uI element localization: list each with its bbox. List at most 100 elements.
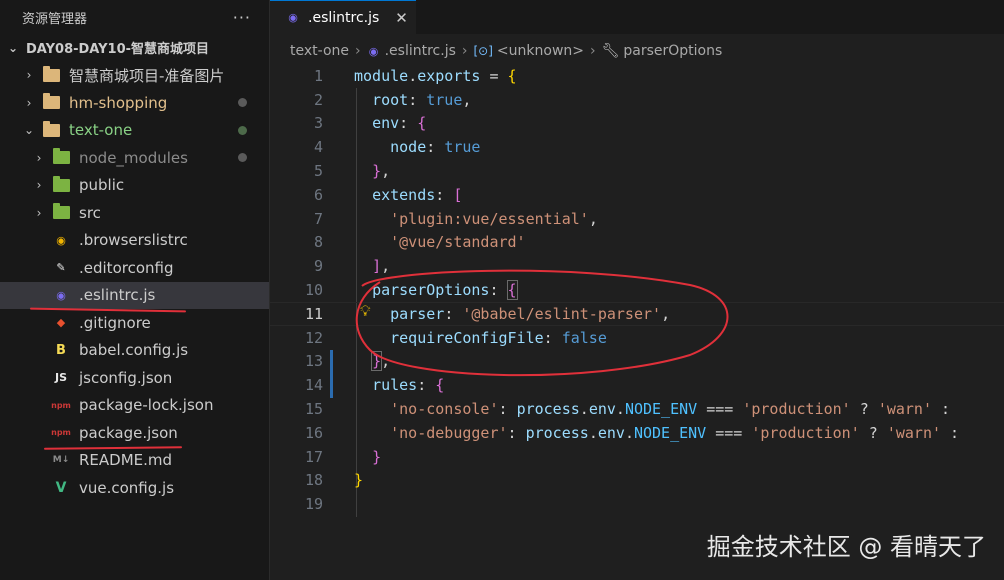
tree-item-hm-shopping[interactable]: › hm-shopping — [0, 89, 269, 117]
src-folder-icon — [52, 203, 70, 221]
tree-item-label: babel.config.js — [79, 341, 189, 360]
line-number: 19 — [304, 495, 323, 514]
tree-item-label: text-one — [69, 121, 133, 140]
line-number: 14 — [304, 376, 323, 395]
tree-item-eslintrc[interactable]: ◉ .eslintrc.js — [0, 281, 269, 309]
line-number: 10 — [304, 281, 323, 300]
modified-dot-icon — [238, 125, 247, 135]
tree-item-label: README.md — [79, 451, 173, 470]
code-line: node: true — [390, 138, 481, 157]
code-area[interactable]: 💡︎ 1 module.exports = { 2 root: true, 3 e… — [270, 64, 1004, 517]
tree-item-label: hm-shopping — [69, 93, 168, 112]
breadcrumb: text-one › ◉ .eslintrc.js › [⊙] <unknown… — [270, 34, 1004, 68]
chevron-down-icon: ⌄ — [23, 123, 35, 138]
line-number: 6 — [313, 185, 323, 204]
line-number: 16 — [304, 423, 323, 442]
tree-item-package-json[interactable]: npm package.json — [0, 419, 269, 447]
chevron-right-icon: › — [26, 95, 32, 110]
code-line: root: true, — [372, 90, 472, 109]
tree-item-label: jsconfig.json — [79, 368, 173, 387]
code-line: }, — [372, 162, 391, 181]
chevron-down-icon: ⌄ — [7, 40, 19, 55]
tree-item-readme[interactable]: M↓ README.md — [0, 447, 269, 475]
eslint-icon: ◉ — [56, 288, 66, 302]
tree-item-label: package.json — [79, 423, 178, 442]
public-folder-icon — [52, 175, 70, 193]
markdown-icon: M↓ — [52, 455, 70, 466]
more-actions-icon[interactable]: ··· — [233, 8, 251, 27]
breadcrumb-item[interactable]: parserOptions — [623, 43, 722, 59]
explorer-title: 资源管理器 — [22, 11, 88, 27]
tree-item-public[interactable]: › public — [0, 172, 269, 200]
eslint-icon: ◉ — [368, 44, 379, 58]
wrench-icon: 🔧︎ — [601, 43, 620, 59]
line-number: 11 — [304, 304, 323, 323]
tree-item-label: .eslintrc.js — [79, 286, 156, 305]
browserslist-icon: ◉ — [56, 233, 66, 247]
explorer-header: 资源管理器 ··· — [0, 0, 269, 34]
tree-item-images-folder[interactable]: › 智慧商城项目-准备图片 — [0, 62, 269, 90]
code-line: parser: '@babel/eslint-parser', — [390, 304, 671, 323]
folder-icon — [42, 93, 60, 111]
breadcrumb-item[interactable]: text-one — [290, 43, 349, 59]
line-number: 12 — [304, 328, 323, 347]
line-number: 18 — [304, 471, 323, 490]
breadcrumb-item[interactable]: <unknown> — [497, 43, 584, 59]
tree-item-src[interactable]: › src — [0, 199, 269, 227]
tab-bar: ◉ .eslintrc.js ✕ — [270, 0, 1004, 34]
tree-root-folder[interactable]: ⌄ DAY08-DAY10-智慧商城项目 — [0, 34, 269, 62]
code-line: 'no-console': process.env.NODE_ENV === '… — [390, 400, 951, 419]
tree-item-browserslistrc[interactable]: ◉ .browserslistrc — [0, 227, 269, 255]
line-number: 4 — [313, 138, 323, 157]
tree-item-label: 智慧商城项目-准备图片 — [69, 66, 225, 85]
tab-eslintrc[interactable]: ◉ .eslintrc.js ✕ — [270, 0, 416, 34]
breadcrumb-item[interactable]: .eslintrc.js — [385, 43, 456, 59]
close-icon[interactable]: ✕ — [395, 9, 408, 27]
npm-icon: npm — [51, 428, 71, 438]
chevron-right-icon: › — [36, 150, 42, 165]
line-number: 9 — [313, 257, 323, 276]
code-line: module.exports = { — [354, 66, 517, 85]
watermark: 掘金技术社区 @ 看晴天了 — [706, 533, 986, 561]
line-number: 7 — [313, 209, 323, 228]
tree-item-label: src — [79, 203, 101, 222]
tree-item-vue-config[interactable]: V vue.config.js — [0, 474, 269, 502]
line-number: 5 — [313, 162, 323, 181]
tree-item-label: .browserslistrc — [79, 231, 188, 250]
tree-item-babel-config[interactable]: B babel.config.js — [0, 337, 269, 365]
code-line: ], — [372, 257, 391, 276]
tree-item-node-modules[interactable]: › node_modules — [0, 144, 269, 172]
root-folder-label: DAY08-DAY10-智慧商城项目 — [26, 42, 210, 58]
code-line: extends: [ — [372, 185, 463, 204]
tree-item-gitignore[interactable]: ◆ .gitignore — [0, 309, 269, 337]
code-line: } — [372, 447, 382, 466]
line-number: 15 — [304, 400, 323, 419]
json-icon: JS — [54, 371, 67, 385]
tree-item-label: public — [79, 176, 125, 195]
tree-item-editorconfig[interactable]: ✎ .editorconfig — [0, 254, 269, 282]
code-line: }, — [371, 351, 391, 372]
line-number: 1 — [313, 66, 323, 85]
symbol-variable-icon: [⊙] — [473, 44, 493, 58]
modified-dot-icon — [238, 98, 247, 108]
tree-item-label: .gitignore — [79, 313, 151, 332]
chevron-right-icon: › — [26, 68, 32, 83]
node-folder-icon — [52, 148, 70, 166]
tree-item-label: .editorconfig — [79, 258, 174, 277]
tree-item-jsconfig[interactable]: JS jsconfig.json — [0, 364, 269, 392]
chevron-right-icon: › — [355, 43, 361, 59]
code-line: 'no-debugger': process.env.NODE_ENV === … — [390, 423, 960, 442]
git-icon: ◆ — [56, 316, 66, 330]
chevron-right-icon: › — [36, 205, 42, 220]
chevron-right-icon: › — [590, 43, 596, 59]
folder-open-icon — [42, 120, 60, 138]
line-number: 3 — [313, 114, 323, 133]
tree-item-package-lock[interactable]: npm package-lock.json — [0, 392, 269, 420]
tree-item-label: vue.config.js — [79, 478, 175, 497]
explorer-sidebar: 资源管理器 ··· ⌄ DAY08-DAY10-智慧商城项目 › 智慧商城项目-… — [0, 0, 270, 580]
code-line: '@vue/standard' — [390, 233, 526, 252]
code-line: } — [354, 471, 364, 490]
tree-item-label: package-lock.json — [79, 396, 214, 415]
tree-item-text-one[interactable]: ⌄ text-one — [0, 117, 269, 145]
folder-icon — [42, 65, 60, 83]
